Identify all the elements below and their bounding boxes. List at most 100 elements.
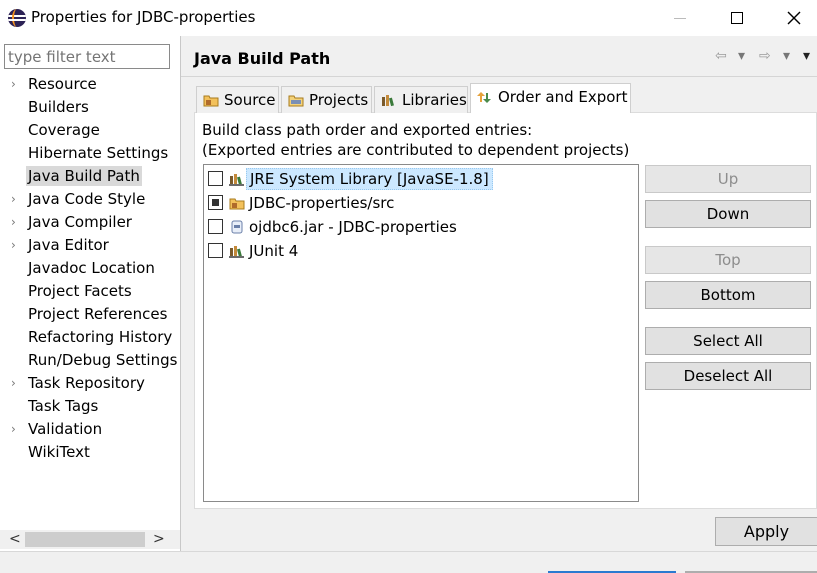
tree-item[interactable]: › Task Repository <box>0 372 180 395</box>
tree-item-label: Validation <box>28 420 103 438</box>
tree-item-label: Javadoc Location <box>28 259 155 277</box>
tab-projects[interactable]: Projects <box>281 86 372 113</box>
tree-item[interactable]: Refactoring History <box>0 326 180 349</box>
top-button[interactable]: Top <box>645 246 811 274</box>
view-menu-icon[interactable]: ▾ <box>803 48 810 64</box>
tab-label: Projects <box>309 91 369 109</box>
tree-item[interactable]: › Java Code Style <box>0 188 180 211</box>
scroll-right-icon[interactable]: > <box>153 530 165 549</box>
tree-item-label: Task Repository <box>28 374 145 392</box>
eclipse-icon <box>8 9 26 27</box>
tree-item-label: Project References <box>28 305 168 323</box>
tree-item-label: Resource <box>28 75 97 93</box>
tab-source[interactable]: Source <box>196 86 279 113</box>
entry-label: JUnit 4 <box>249 242 299 260</box>
tab-label: Libraries <box>402 91 467 109</box>
expand-arrow-icon[interactable]: › <box>11 73 16 96</box>
bottom-button[interactable]: Bottom <box>645 281 811 309</box>
entry-label: JRE System Library [JavaSE-1.8] <box>246 168 493 190</box>
tree-item-label: Java Code Style <box>28 190 146 208</box>
forward-menu-icon[interactable]: ▾ <box>783 48 790 64</box>
back-menu-icon[interactable]: ▾ <box>738 48 745 64</box>
deselect-all-button[interactable]: Deselect All <box>645 362 811 390</box>
expand-arrow-icon[interactable]: › <box>11 234 16 257</box>
scroll-left-icon[interactable]: < <box>9 530 21 549</box>
expand-arrow-icon[interactable]: › <box>11 418 16 441</box>
libraries-icon <box>382 95 394 107</box>
tree-item[interactable]: Project References <box>0 303 180 326</box>
up-button[interactable]: Up <box>645 165 811 193</box>
order-export-icon <box>477 92 491 103</box>
tree-item-label: Builders <box>28 98 89 116</box>
select-all-button[interactable]: Select All <box>645 327 811 355</box>
tree-item-label: Hibernate Settings <box>28 144 169 162</box>
classpath-entries-list[interactable]: JRE System Library [JavaSE-1.8] JDBC-pro… <box>203 164 639 502</box>
expand-arrow-icon[interactable]: › <box>11 211 16 234</box>
tree-item-label: Coverage <box>28 121 100 139</box>
library-icon <box>229 174 244 186</box>
dialog-button-bar <box>0 551 817 573</box>
tree-item[interactable]: Builders <box>0 96 180 119</box>
minimize-button[interactable] <box>657 0 703 36</box>
back-arrow-icon[interactable]: ⇦ <box>715 48 727 64</box>
page-navigation: ⇦ ▾ ⇨ ▾ ▾ <box>715 48 815 66</box>
source-folder-icon <box>203 95 219 107</box>
close-icon <box>787 11 801 25</box>
tree-item[interactable]: Project Facets <box>0 280 180 303</box>
properties-dialog: Properties for JDBC-properties › Resource… <box>0 0 817 573</box>
tab-order-and-export[interactable]: Order and Export <box>470 83 631 113</box>
apply-button[interactable]: Apply <box>715 517 817 546</box>
title-bar: Properties for JDBC-properties <box>0 0 817 36</box>
expand-arrow-icon[interactable]: › <box>11 188 16 211</box>
tree-item-label: Project Facets <box>28 282 132 300</box>
tree-item[interactable]: Java Build Path <box>0 165 180 188</box>
property-page: Java Build Path ⇦ ▾ ⇨ ▾ ▾ Source Project… <box>181 36 817 551</box>
tree-item[interactable]: Coverage <box>0 119 180 142</box>
scrollbar-thumb[interactable] <box>25 532 145 547</box>
maximize-button[interactable] <box>714 0 760 36</box>
header-separator <box>181 76 817 77</box>
tree-item-label: Refactoring History <box>28 328 173 346</box>
page-title: Java Build Path <box>194 49 331 68</box>
export-checkbox[interactable] <box>208 195 223 210</box>
close-button[interactable] <box>771 0 817 36</box>
tree-item[interactable]: › Validation <box>0 418 180 441</box>
export-checkbox[interactable] <box>208 243 223 258</box>
minimize-icon <box>674 17 686 19</box>
tab-label: Source <box>224 91 276 109</box>
tree-item-label: Java Editor <box>28 236 109 254</box>
description-line-2: (Exported entries are contributed to dep… <box>202 141 630 159</box>
down-button[interactable]: Down <box>645 200 811 228</box>
category-pane: › Resource Builders Coverage Hibernate Setti… <box>0 36 180 551</box>
export-checkbox[interactable] <box>208 171 223 186</box>
tree-item-label: WikiText <box>28 443 90 461</box>
expand-arrow-icon[interactable]: › <box>11 372 16 395</box>
library-icon <box>229 246 244 258</box>
tree-item[interactable]: › Java Compiler <box>0 211 180 234</box>
tree-item-label: Java Compiler <box>28 213 132 231</box>
projects-icon <box>288 95 304 107</box>
maximize-icon <box>731 12 743 24</box>
tree-item[interactable]: Javadoc Location <box>0 257 180 280</box>
tree-item-label: Run/Debug Settings <box>28 351 178 369</box>
filter-input[interactable] <box>4 44 170 69</box>
forward-arrow-icon[interactable]: ⇨ <box>759 48 771 64</box>
tree-item-label: Task Tags <box>28 397 99 415</box>
tree-item[interactable]: Run/Debug Settings <box>0 349 180 372</box>
tree-item[interactable]: › Java Editor <box>0 234 180 257</box>
entry-label: ojdbc6.jar - JDBC-properties <box>249 218 457 236</box>
tab-libraries[interactable]: Libraries <box>374 86 468 113</box>
tree-item[interactable]: WikiText <box>0 441 180 464</box>
tree-item[interactable]: Task Tags <box>0 395 180 418</box>
entry-label: JDBC-properties/src <box>249 194 395 212</box>
tree-item[interactable]: › Resource <box>0 73 180 96</box>
tab-label: Order and Export <box>498 88 628 106</box>
category-tree: › Resource Builders Coverage Hibernate Setti… <box>0 73 180 464</box>
tree-item[interactable]: Hibernate Settings <box>0 142 180 165</box>
description-line-1: Build class path order and exported entr… <box>202 121 533 139</box>
jar-icon <box>231 220 243 234</box>
export-checkbox[interactable] <box>208 219 223 234</box>
window-title: Properties for JDBC-properties <box>31 8 256 26</box>
horizontal-scrollbar[interactable]: < > <box>0 530 180 549</box>
source-folder-icon <box>229 198 245 210</box>
